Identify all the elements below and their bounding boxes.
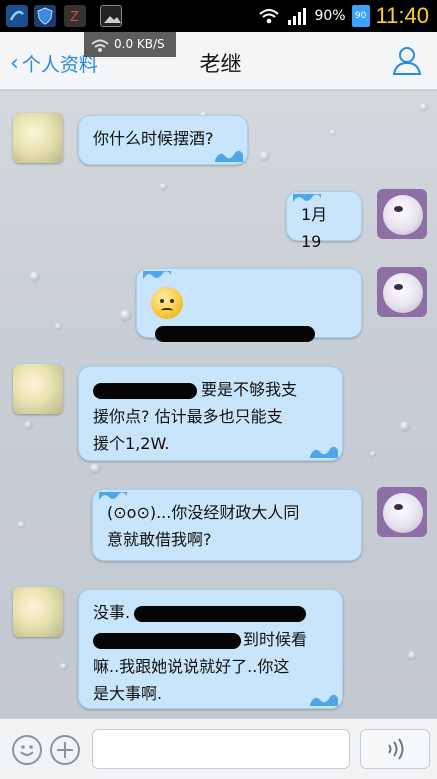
- message-line: 是大事啊.: [93, 684, 163, 703]
- redacted-text: [93, 382, 197, 399]
- message-line: 到时候看: [93, 626, 328, 653]
- contact-avatar[interactable]: [13, 113, 63, 163]
- image-icon: [100, 5, 122, 27]
- message-line: 援个1,2W.: [93, 434, 170, 453]
- status-right: 90% 90 11:40: [258, 3, 429, 29]
- wave-decoration-icon: [99, 492, 127, 500]
- redacted-text: [93, 632, 241, 649]
- voice-button[interactable]: [360, 729, 430, 769]
- signal-icon: [288, 8, 307, 25]
- my-avatar[interactable]: [377, 267, 427, 317]
- input-bar: [0, 718, 437, 779]
- message-line: 要是不够我支: [93, 376, 328, 403]
- plus-icon: [57, 742, 73, 758]
- my-avatar[interactable]: [377, 189, 427, 239]
- wave-decoration-icon: [215, 150, 243, 162]
- clock: 11:40: [375, 3, 429, 28]
- message-text: 你什么时候摆酒?: [93, 129, 214, 148]
- wave-decoration-icon: [310, 694, 338, 706]
- status-bar: Z 90% 90 11:40: [0, 0, 437, 32]
- wave-decoration-icon: [143, 271, 171, 279]
- message-bubble-incoming[interactable]: 你什么时候摆酒?: [78, 115, 248, 165]
- wave-decoration-icon: [293, 194, 321, 202]
- worried-face-icon: [151, 287, 183, 319]
- chat-header: ‹ 个人资料 0.0 KB/S 老继: [0, 32, 437, 90]
- message-line: (⊙o⊙)...你没经财政大人同: [107, 503, 300, 522]
- voice-icon: [388, 738, 404, 760]
- add-attachment-button[interactable]: [50, 735, 80, 765]
- redacted-text: [134, 605, 307, 622]
- emoji-button[interactable]: [12, 735, 42, 765]
- message-input[interactable]: [92, 729, 350, 769]
- message-bubble-incoming[interactable]: 没事. 到时候看 嘛..我跟她说说就好了..你这 是大事啊.: [78, 589, 343, 709]
- wave-decoration-icon: [310, 446, 338, 458]
- smiley-icon: [20, 745, 34, 756]
- profile-icon[interactable]: [391, 44, 423, 76]
- message-bubble-incoming[interactable]: 要是不够我支 援你点? 估计最多也只能支 援个1,2W.: [78, 366, 343, 461]
- message-bubble-outgoing[interactable]: (⊙o⊙)...你没经财政大人同 意就敢借我啊?: [92, 489, 362, 561]
- svg-text:Z: Z: [70, 10, 79, 25]
- message-line: 嘛..我跟她说说就好了..你这: [93, 657, 290, 676]
- wifi-icon: [259, 9, 280, 24]
- message-line: 没事.: [93, 599, 328, 626]
- z-app-icon: Z: [64, 5, 86, 27]
- contact-avatar[interactable]: [13, 364, 63, 414]
- message-text: 1月19: [301, 205, 328, 251]
- page-title: 老继: [199, 52, 242, 76]
- chat-area[interactable]: 你什么时候摆酒? 1月19 要是不够我支 援你点? 估计最多也只能支 援个1,2…: [0, 91, 437, 718]
- my-avatar[interactable]: [377, 487, 427, 537]
- shield-icon: [34, 5, 56, 27]
- message-line: 意就敢借我啊?: [107, 530, 212, 549]
- message-bubble-outgoing[interactable]: 1月19: [286, 191, 362, 251]
- redacted-text: [155, 325, 315, 342]
- battery-percent: 90%: [314, 8, 346, 24]
- message-bubble-outgoing[interactable]: [136, 268, 362, 342]
- app-notification-icon: [6, 5, 28, 27]
- message-line: 援你点? 估计最多也只能支: [93, 407, 283, 426]
- contact-avatar[interactable]: [13, 587, 63, 637]
- battery-icon: 90: [351, 5, 370, 27]
